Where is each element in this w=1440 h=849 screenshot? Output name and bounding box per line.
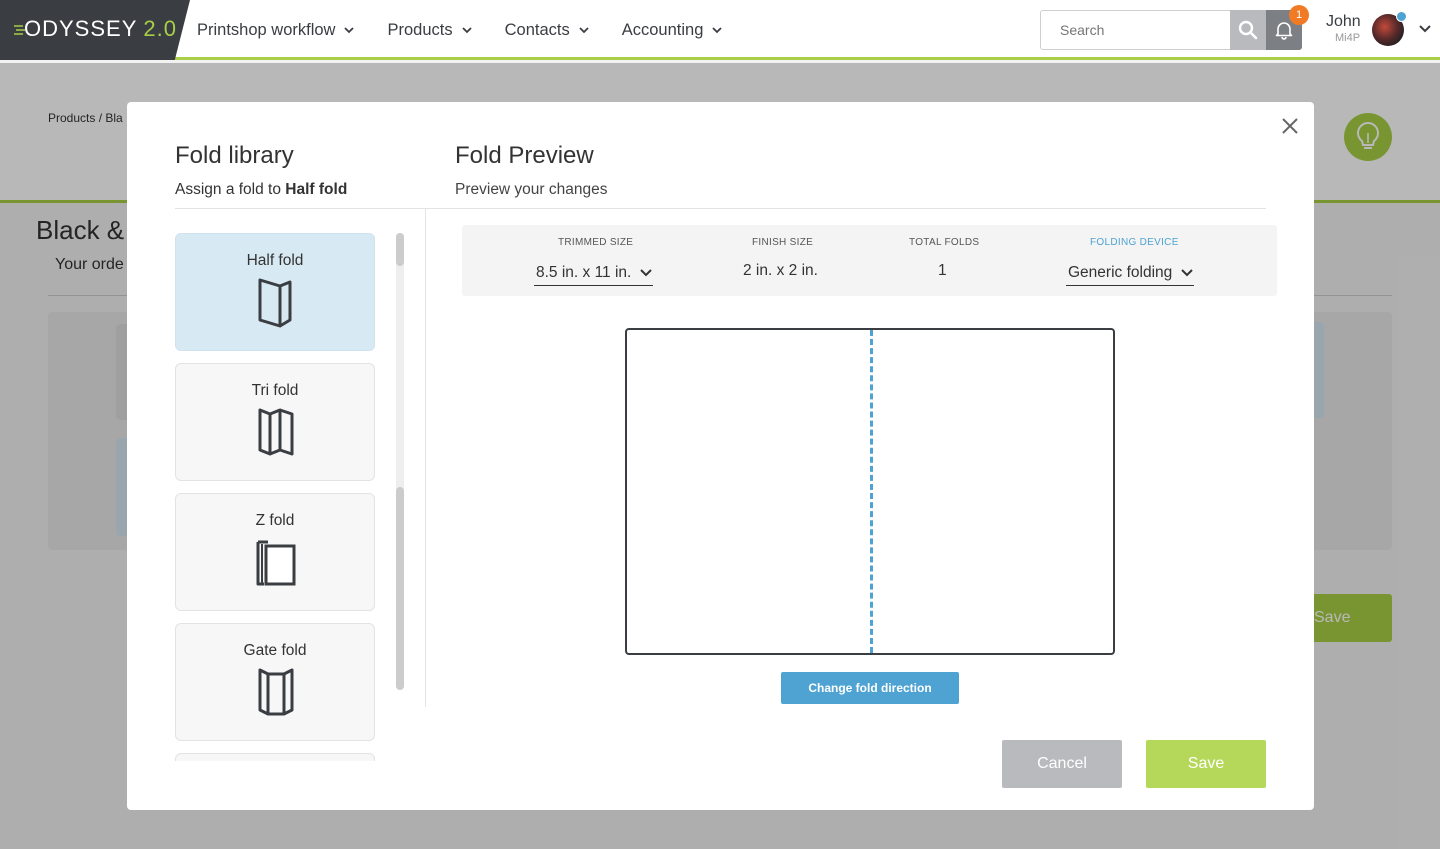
fold-preview-subtitle: Preview your changes bbox=[455, 181, 608, 198]
fold-preview-title: Fold Preview bbox=[455, 142, 594, 169]
tri-fold-icon bbox=[258, 408, 294, 456]
scrollbar-thumb[interactable] bbox=[396, 233, 404, 266]
trimmed-size-select[interactable]: 8.5 in. x 11 in. bbox=[534, 260, 654, 286]
total-folds-label: TOTAL FOLDS bbox=[909, 237, 980, 248]
search-input[interactable] bbox=[1040, 10, 1230, 50]
fold-label: Gate fold bbox=[243, 642, 307, 659]
fold-label: Half fold bbox=[246, 252, 304, 269]
fold-library-modal: Fold library Assign a fold to Half fold … bbox=[127, 102, 1314, 810]
fold-card-z-fold[interactable]: Z fold bbox=[175, 493, 375, 611]
fold-preview-sheet bbox=[625, 328, 1115, 655]
finish-size-value: 2 in. x 2 in. bbox=[743, 262, 818, 279]
chevron-down-icon bbox=[344, 27, 355, 34]
nav-accounting[interactable]: Accounting bbox=[622, 21, 723, 40]
logo-main: ODYSSEY bbox=[24, 16, 138, 41]
save-button[interactable]: Save bbox=[1146, 740, 1266, 788]
close-icon[interactable] bbox=[1280, 116, 1300, 136]
fold-specs-panel: TRIMMED SIZE 8.5 in. x 11 in. FINISH SIZ… bbox=[462, 225, 1277, 296]
search-button[interactable] bbox=[1230, 10, 1266, 50]
user-org: Mi4P bbox=[1335, 32, 1361, 44]
fold-card-gate-fold[interactable]: Gate fold bbox=[175, 623, 375, 741]
user-name[interactable]: John bbox=[1326, 13, 1361, 31]
cancel-button[interactable]: Cancel bbox=[1002, 740, 1122, 788]
chevron-down-icon bbox=[640, 268, 653, 276]
trimmed-size-label: TRIMMED SIZE bbox=[558, 237, 634, 248]
search-icon bbox=[1238, 20, 1258, 40]
half-fold-icon bbox=[258, 278, 292, 328]
nav-label: Printshop workflow bbox=[197, 20, 336, 39]
fold-card-half-fold[interactable]: Half fold bbox=[175, 233, 375, 351]
fold-line bbox=[870, 330, 873, 653]
notification-badge: 1 bbox=[1289, 5, 1309, 25]
chevron-down-icon bbox=[579, 27, 589, 34]
nav-label: Products bbox=[387, 20, 453, 39]
subtitle-prefix: Assign a fold to bbox=[175, 181, 281, 198]
fold-list: Half fold Tri fold Z fold Gate fold bbox=[175, 233, 375, 761]
scrollbar-thumb[interactable] bbox=[396, 487, 404, 690]
nav-contacts[interactable]: Contacts bbox=[505, 21, 589, 40]
fold-card-tri-fold[interactable]: Tri fold bbox=[175, 363, 375, 481]
total-folds-value: 1 bbox=[938, 262, 947, 279]
fold-label: Z fold bbox=[255, 512, 295, 529]
finish-size-label: FINISH SIZE bbox=[752, 237, 814, 248]
gate-fold-icon bbox=[258, 668, 294, 716]
chevron-down-icon bbox=[1181, 268, 1193, 276]
status-dot bbox=[1396, 11, 1407, 22]
main-nav: Printshop workflow Products Contacts Acc… bbox=[197, 0, 755, 60]
logo-version: 2.0 bbox=[143, 16, 177, 41]
bell-icon bbox=[1275, 22, 1293, 40]
nav-printshop-workflow[interactable]: Printshop workflow bbox=[197, 20, 355, 40]
folding-device-label: FOLDING DEVICE bbox=[1090, 237, 1179, 248]
fold-library-subtitle: Assign a fold to Half fold bbox=[175, 181, 347, 199]
logo[interactable]: ODYSSEY 2.0 bbox=[0, 0, 190, 60]
nav-products[interactable]: Products bbox=[387, 20, 472, 40]
nav-label: Accounting bbox=[621, 20, 704, 39]
trimmed-size-value: 8.5 in. x 11 in. bbox=[536, 263, 632, 281]
z-fold-icon bbox=[256, 540, 296, 586]
fold-library-title: Fold library bbox=[175, 142, 294, 169]
fold-label: Tri fold bbox=[251, 382, 299, 399]
chevron-down-icon bbox=[461, 27, 472, 34]
chevron-down-icon[interactable] bbox=[1418, 24, 1432, 34]
chevron-down-icon bbox=[712, 27, 723, 34]
folding-device-select[interactable]: Generic folding bbox=[1066, 260, 1195, 286]
folding-device-value: Generic folding bbox=[1068, 263, 1173, 281]
change-fold-direction-button[interactable]: Change fold direction bbox=[781, 672, 959, 704]
subtitle-target: Half fold bbox=[285, 181, 348, 198]
fold-card-partial[interactable] bbox=[175, 753, 375, 761]
nav-label: Contacts bbox=[504, 20, 570, 39]
divider bbox=[425, 209, 426, 707]
top-navbar: ODYSSEY 2.0 Printshop workflow Products C… bbox=[0, 0, 1440, 60]
logo-text: ODYSSEY 2.0 bbox=[14, 16, 177, 42]
divider bbox=[175, 208, 1266, 209]
